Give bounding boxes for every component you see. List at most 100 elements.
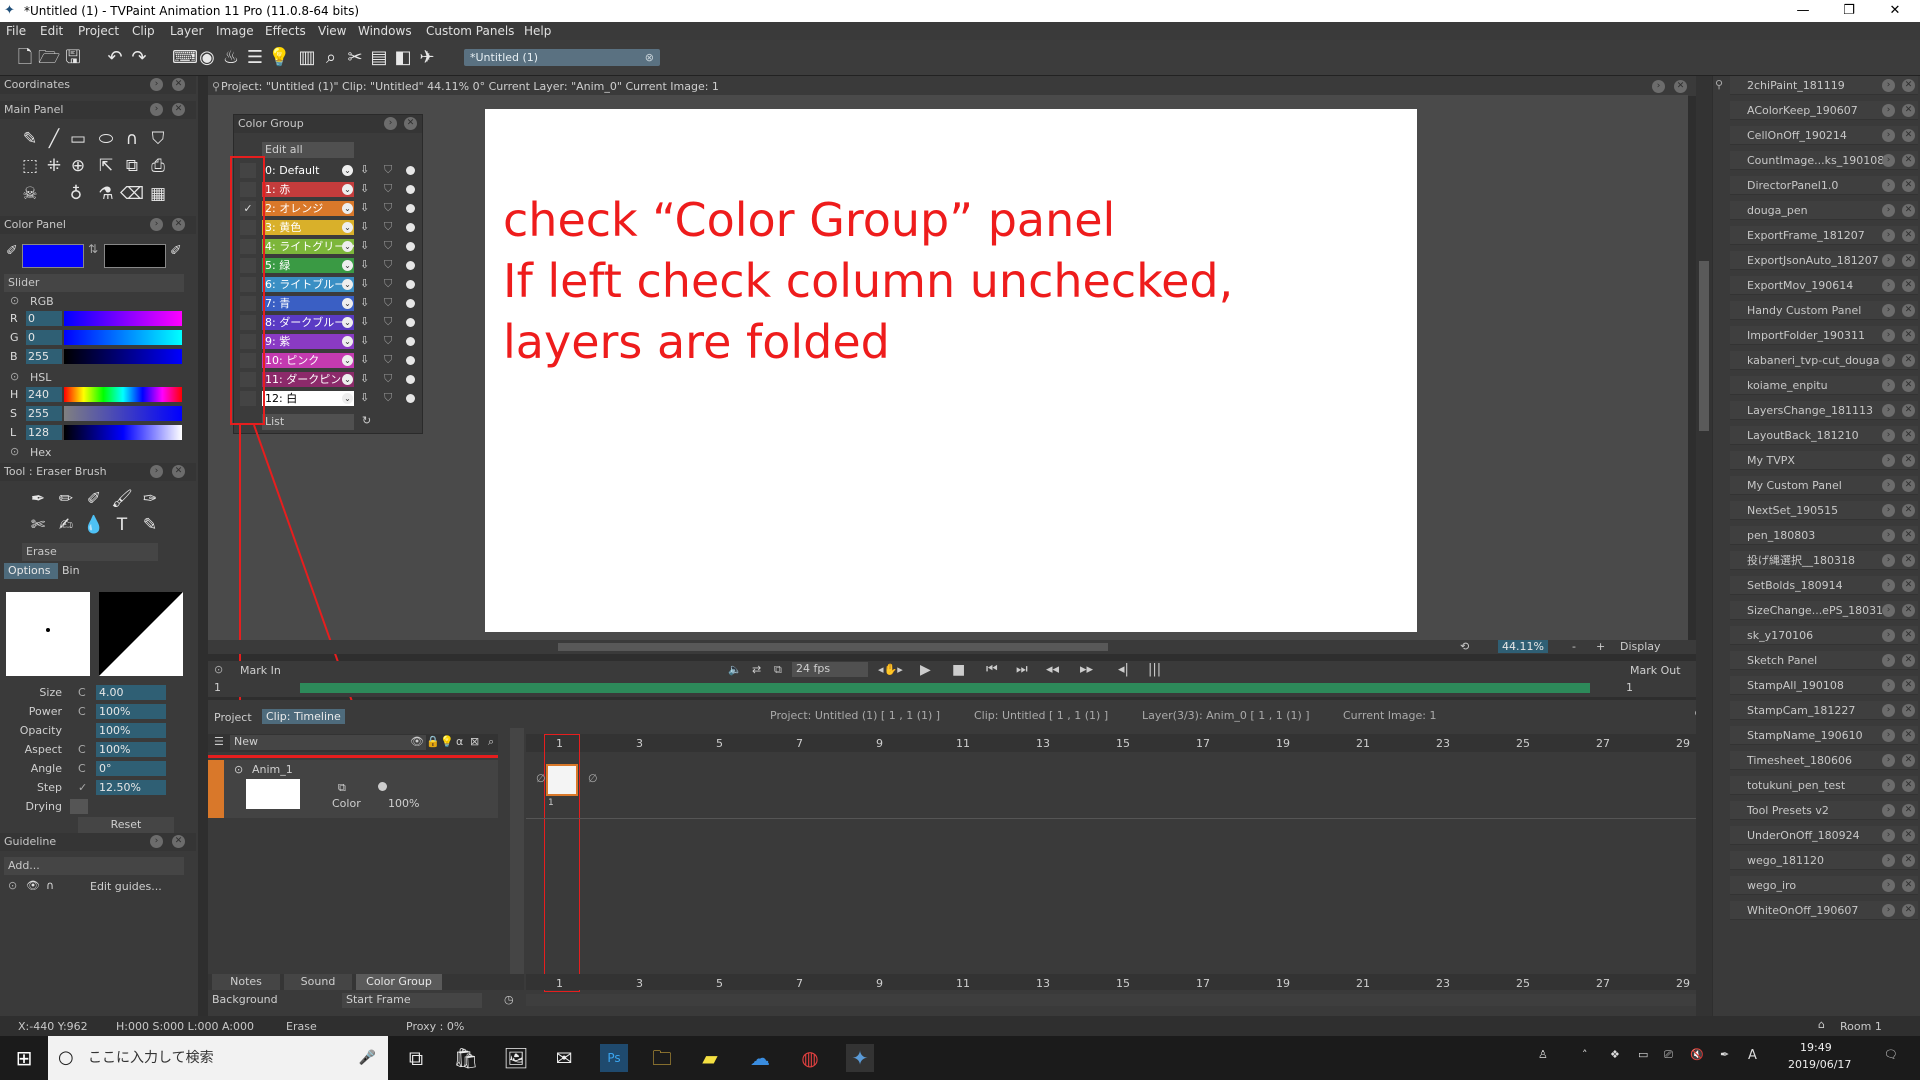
frame-number[interactable]: 17 bbox=[1196, 977, 1210, 990]
pressure-curve[interactable] bbox=[99, 592, 183, 676]
line-tool-icon[interactable]: ╱ bbox=[42, 127, 66, 151]
group-select-icon[interactable]: ⇩ bbox=[360, 220, 369, 233]
panel-close-icon[interactable]: ✕ bbox=[1902, 129, 1915, 142]
layer-dot[interactable] bbox=[378, 782, 387, 791]
custom-panel-item[interactable]: CellOnOff_190214 › ✕ bbox=[1730, 126, 1918, 145]
canvas-scroll-area[interactable]: ⟲ 44.11% - + Display bbox=[208, 640, 1708, 654]
r-value[interactable]: 0 bbox=[26, 311, 62, 326]
frame-number[interactable]: 25 bbox=[1516, 977, 1530, 990]
photos-icon[interactable]: 🖼 bbox=[502, 1044, 530, 1072]
panel-close-icon[interactable]: ✕ bbox=[1902, 79, 1915, 92]
ruler-icon[interactable]: ▥ bbox=[296, 47, 318, 69]
opacity-value[interactable]: 100% bbox=[96, 723, 166, 738]
panel-arrow-icon[interactable]: › bbox=[1882, 879, 1895, 892]
custom-panel-item[interactable]: Sketch Panel › ✕ bbox=[1730, 651, 1918, 670]
opacity-option[interactable]: Opacity 100% bbox=[0, 722, 196, 739]
smudge-brush-icon[interactable]: ✎ bbox=[138, 513, 162, 537]
prev-frame-icon[interactable]: ◂◂ bbox=[1046, 662, 1059, 677]
group-name[interactable]: 11: ダークピンク bbox=[262, 372, 354, 387]
clock-icon[interactable]: ◷ bbox=[504, 993, 514, 1006]
power-c-icon[interactable]: C bbox=[78, 705, 86, 718]
add-guide-dropdown[interactable]: Add... bbox=[4, 857, 184, 875]
panel-arrow-icon[interactable]: › bbox=[1882, 379, 1895, 392]
group-name[interactable]: 6: ライトブルー bbox=[262, 277, 354, 292]
layer-mode[interactable]: Color bbox=[332, 797, 361, 810]
b-gradient[interactable] bbox=[64, 349, 182, 364]
fps-dropdown[interactable]: 24 fps bbox=[792, 662, 868, 677]
background-label[interactable]: Background bbox=[212, 993, 278, 1006]
l-value[interactable]: 128 bbox=[26, 425, 62, 440]
dropbox-icon[interactable]: ❖ bbox=[1610, 1048, 1620, 1061]
drying-option[interactable]: Drying bbox=[0, 798, 196, 815]
guide-magnet-icon[interactable]: ∩ bbox=[46, 879, 54, 892]
clock-date[interactable]: 2019/06/17 bbox=[1788, 1058, 1851, 1071]
panel-arrow-icon[interactable]: › bbox=[1882, 704, 1895, 717]
group-dropdown-icon[interactable]: ⌄ bbox=[342, 203, 353, 214]
l-slider[interactable]: L 128 bbox=[0, 424, 196, 441]
hsl-radio-icon[interactable]: ⊙ bbox=[10, 370, 19, 383]
frame-number[interactable]: 27 bbox=[1596, 737, 1610, 750]
custom-panel-item[interactable]: ExportJsonAuto_181207 › ✕ bbox=[1730, 251, 1918, 270]
close-button[interactable]: ✕ bbox=[1872, 0, 1918, 22]
panel-close-icon[interactable]: ✕ bbox=[404, 117, 417, 130]
tab-project[interactable]: Project bbox=[214, 711, 252, 724]
layer-expand-icon[interactable]: ⊙ bbox=[234, 763, 243, 776]
panel-arrow-icon[interactable]: › bbox=[1882, 754, 1895, 767]
group-select-icon[interactable]: ⇩ bbox=[360, 391, 369, 404]
panel-arrow-icon[interactable]: › bbox=[1882, 79, 1895, 92]
aspect-c-icon[interactable]: C bbox=[78, 743, 86, 756]
group-name[interactable]: 3: 黄色 bbox=[262, 220, 354, 235]
custom-panel-item[interactable]: My Custom Panel › ✕ bbox=[1730, 476, 1918, 495]
panel-arrow-icon[interactable]: › bbox=[1882, 904, 1895, 917]
first-frame-icon[interactable]: ⏮ bbox=[986, 662, 998, 677]
panel-close-icon[interactable]: ✕ bbox=[1902, 554, 1915, 567]
right-splitter[interactable] bbox=[1696, 76, 1712, 1016]
bucket-tool-icon[interactable]: ⚗ bbox=[94, 182, 118, 206]
group-shield-icon[interactable]: ⛉ bbox=[384, 296, 392, 310]
windows-start-icon[interactable]: ⊞ bbox=[10, 1044, 38, 1072]
mark-in-value[interactable]: 1 bbox=[214, 681, 221, 694]
frame-cell-1[interactable] bbox=[546, 764, 578, 796]
panel-arrow-icon[interactable]: › bbox=[1882, 429, 1895, 442]
frame-number[interactable]: 23 bbox=[1436, 977, 1450, 990]
group-name[interactable]: 4: ライトグリーン bbox=[262, 239, 354, 254]
close-tab-icon[interactable]: ⊗ bbox=[645, 49, 654, 66]
panel-close-icon[interactable]: ✕ bbox=[1902, 779, 1915, 792]
aspect-value[interactable]: 100% bbox=[96, 742, 166, 757]
keyboard-icon[interactable]: ⌨ bbox=[172, 47, 198, 69]
panel-arrow-icon[interactable]: › bbox=[1882, 479, 1895, 492]
group-shield-icon[interactable]: ⛉ bbox=[384, 163, 392, 177]
panel-close-icon[interactable]: ✕ bbox=[1902, 629, 1915, 642]
panel-arrow-icon[interactable]: › bbox=[1882, 179, 1895, 192]
panel-arrow-icon[interactable]: › bbox=[1882, 279, 1895, 292]
custom-panel-item[interactable]: LayersChange_181113 › ✕ bbox=[1730, 401, 1918, 420]
open-folder-icon[interactable]: 🗁 bbox=[38, 47, 60, 69]
swap-colors-icon[interactable]: ⇅ bbox=[88, 242, 98, 256]
refresh-icon[interactable]: ↻ bbox=[362, 414, 371, 427]
custom-panel-item[interactable]: LayoutBack_181210 › ✕ bbox=[1730, 426, 1918, 445]
room-label[interactable]: Room 1 bbox=[1840, 1020, 1882, 1033]
custom-panel-item[interactable]: StampCam_181227 › ✕ bbox=[1730, 701, 1918, 720]
panel-close-icon[interactable]: ✕ bbox=[1902, 104, 1915, 117]
group-dropdown-icon[interactable]: ⌄ bbox=[342, 393, 353, 404]
group-name[interactable]: 5: 緑 bbox=[262, 258, 354, 273]
lasso-tool-icon[interactable]: ∩ bbox=[120, 127, 144, 151]
panel-close-icon[interactable]: ✕ bbox=[1902, 704, 1915, 717]
redo-icon[interactable]: ↷ bbox=[128, 47, 150, 69]
panel-arrow-icon[interactable]: › bbox=[1882, 579, 1895, 592]
panel-arrow-icon[interactable]: › bbox=[1882, 529, 1895, 542]
tab-options[interactable]: Options bbox=[4, 563, 58, 579]
frame-number[interactable]: 3 bbox=[636, 737, 643, 750]
custom-panel-item[interactable]: 投げ縄選択__180318 › ✕ bbox=[1730, 551, 1918, 570]
microphone-icon[interactable]: 🎤 bbox=[359, 1036, 376, 1080]
panel-close-icon[interactable]: ✕ bbox=[1902, 179, 1915, 192]
stamp-tool-icon[interactable]: ♁ bbox=[64, 182, 88, 206]
timeline-hscroll[interactable] bbox=[526, 994, 1706, 1006]
frame-number[interactable]: 9 bbox=[876, 977, 883, 990]
frame-number[interactable]: 3 bbox=[636, 977, 643, 990]
menu-view[interactable]: View bbox=[318, 24, 346, 38]
group-select-icon[interactable]: ⇩ bbox=[360, 277, 369, 290]
next-key-icon[interactable]: ||| bbox=[1148, 662, 1161, 677]
layers-stack-icon[interactable]: ☰ bbox=[214, 735, 224, 748]
panel-close-icon[interactable]: ✕ bbox=[1902, 404, 1915, 417]
